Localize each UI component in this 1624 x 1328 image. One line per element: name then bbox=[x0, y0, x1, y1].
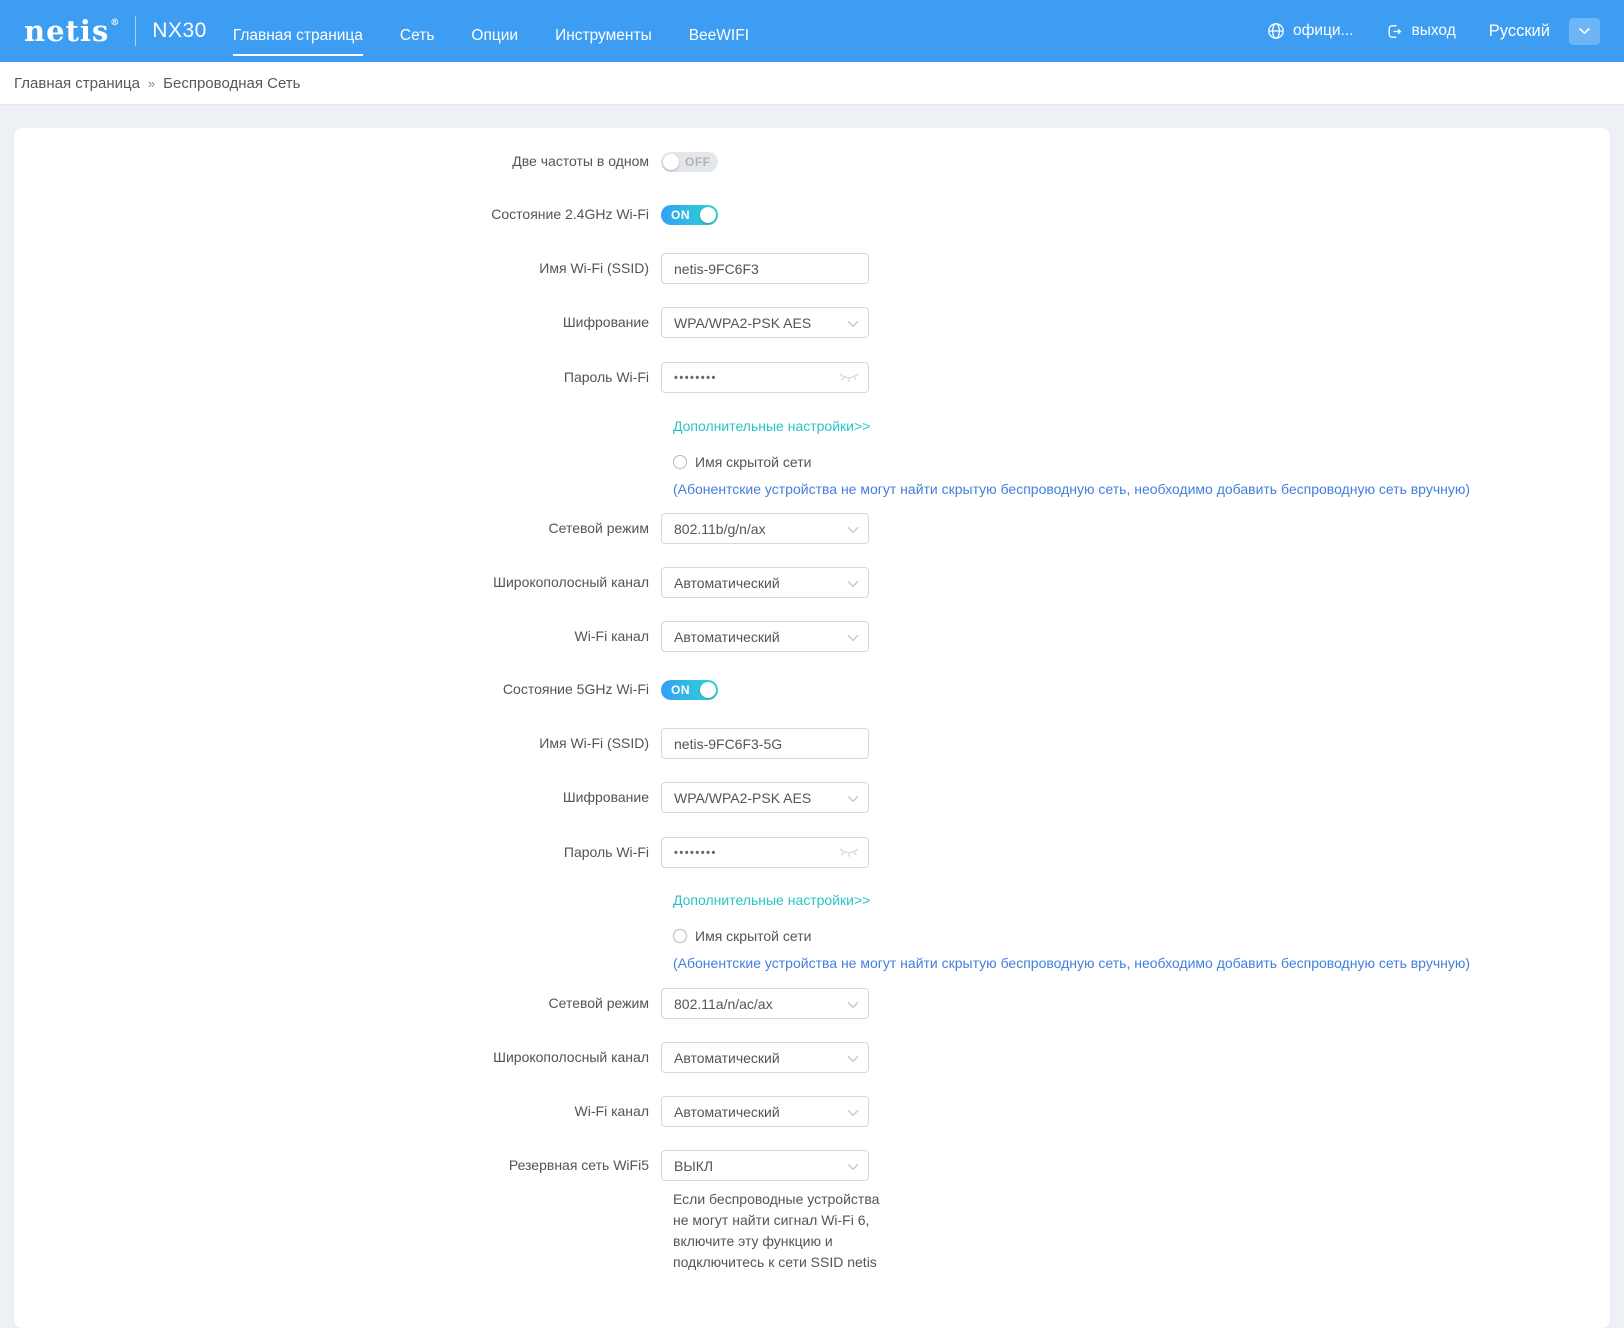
wifi5-hidden-ssid-radio[interactable] bbox=[673, 929, 687, 943]
backup-wifi5-select[interactable]: ВЫКЛ bbox=[661, 1150, 869, 1181]
wifi24-status-label: Состояние 2.4GHz Wi-Fi bbox=[491, 206, 649, 223]
dual-band-label: Две частоты в одном bbox=[512, 153, 649, 170]
chevron-down-icon bbox=[847, 1109, 859, 1117]
nav-network[interactable]: Сеть bbox=[400, 7, 434, 56]
eye-closed-icon[interactable] bbox=[838, 847, 860, 859]
chevron-down-icon bbox=[847, 795, 859, 803]
wifi24-hidden-ssid-label: Имя скрытой сети bbox=[695, 454, 812, 470]
wifi24-password-label: Пароль Wi-Fi bbox=[563, 368, 649, 385]
wifi5-channel-select[interactable]: Автоматический bbox=[661, 1096, 869, 1127]
nav-options[interactable]: Опции bbox=[471, 7, 518, 56]
chevron-down-icon bbox=[847, 1055, 859, 1063]
wifi5-hidden-ssid-label: Имя скрытой сети bbox=[695, 928, 812, 944]
wifi5-status-label: Состояние 5GHz Wi-Fi bbox=[502, 681, 649, 698]
chevron-down-icon bbox=[847, 1001, 859, 1009]
wifi5-mode-select[interactable]: 802.11a/n/ac/ax bbox=[661, 988, 869, 1019]
wifi24-ssid-label: Имя Wi-Fi (SSID) bbox=[539, 259, 649, 276]
wifi24-encryption-select[interactable]: WPA/WPA2-PSK AES bbox=[661, 307, 869, 338]
wifi5-hidden-ssid-note: (Абонентские устройства не могут найти с… bbox=[673, 955, 1471, 971]
wifi5-bandwidth-label: Широкополосный канал bbox=[493, 1048, 649, 1065]
toggle-knob bbox=[700, 682, 716, 698]
wifi24-status-toggle[interactable]: ON bbox=[661, 205, 718, 225]
breadcrumb-separator: » bbox=[147, 75, 156, 91]
toggle-state-label: OFF bbox=[685, 155, 711, 169]
chevron-down-icon bbox=[847, 580, 859, 588]
chevron-down-icon bbox=[847, 526, 859, 534]
wifi5-password-label: Пароль Wi-Fi bbox=[563, 843, 649, 860]
wifi5-ssid-label: Имя Wi-Fi (SSID) bbox=[539, 734, 649, 751]
wireless-settings-card: Две частоты в одном OFF Состояние 2.4GHz… bbox=[14, 128, 1610, 1328]
toggle-knob bbox=[700, 207, 716, 223]
wifi5-bandwidth-select[interactable]: Автоматический bbox=[661, 1042, 869, 1073]
globe-icon bbox=[1267, 22, 1285, 40]
nav-beewifi[interactable]: BeeWIFI bbox=[689, 7, 749, 56]
wifi5-channel-label: Wi-Fi канал bbox=[574, 1102, 649, 1119]
wifi24-bandwidth-label: Широкополосный канал bbox=[493, 573, 649, 590]
wifi24-encryption-label: Шифрование bbox=[562, 313, 649, 330]
wifi5-mode-label: Сетевой режим bbox=[548, 994, 649, 1011]
wifi5-ssid-input[interactable] bbox=[661, 728, 869, 759]
breadcrumb-home[interactable]: Главная страница bbox=[14, 75, 140, 92]
registered-mark: ® bbox=[110, 17, 121, 28]
wifi24-advanced-settings-link[interactable]: Дополнительные настройки>> bbox=[673, 418, 870, 434]
language-dropdown-button[interactable] bbox=[1569, 17, 1600, 45]
wifi24-mode-select[interactable]: 802.11b/g/n/ax bbox=[661, 513, 869, 544]
wifi24-ssid-input[interactable] bbox=[661, 253, 869, 284]
model-name: NX30 bbox=[152, 19, 207, 42]
wifi5-encryption-select[interactable]: WPA/WPA2-PSK AES bbox=[661, 782, 869, 813]
wifi5-advanced-settings-link[interactable]: Дополнительные настройки>> bbox=[673, 892, 870, 908]
wifi5-encryption-label: Шифрование bbox=[562, 788, 649, 805]
toggle-knob bbox=[663, 154, 679, 170]
logout-icon bbox=[1386, 23, 1403, 40]
toggle-state-label: ON bbox=[671, 683, 690, 697]
wifi24-hidden-ssid-radio[interactable] bbox=[673, 455, 687, 469]
breadcrumb-current: Беспроводная Сеть bbox=[163, 74, 301, 92]
main-nav: Главная страница Сеть Опции Инструменты … bbox=[232, 0, 749, 62]
official-site-label: офици... bbox=[1292, 22, 1354, 39]
backup-wifi5-help-text: Если беспроводные устройства не могут на… bbox=[673, 1191, 880, 1270]
wifi24-hidden-ssid-note: (Абонентские устройства не могут найти с… bbox=[673, 481, 1471, 497]
chevron-down-icon bbox=[847, 634, 859, 642]
wifi24-channel-select[interactable]: Автоматический bbox=[661, 621, 869, 652]
wifi5-status-toggle[interactable]: ON bbox=[661, 680, 718, 700]
language-label: Русский bbox=[1488, 21, 1550, 40]
backup-wifi5-label: Резервная сеть WiFi5 bbox=[508, 1156, 649, 1173]
logout-button[interactable]: выход bbox=[1386, 22, 1456, 40]
chevron-down-icon bbox=[847, 1163, 859, 1171]
dual-band-toggle[interactable]: OFF bbox=[661, 152, 718, 172]
eye-closed-icon[interactable] bbox=[838, 372, 860, 384]
chevron-down-icon bbox=[847, 320, 859, 328]
logo-divider bbox=[135, 16, 137, 46]
wifi24-mode-label: Сетевой режим bbox=[548, 519, 649, 536]
brand-area: netis® NX30 bbox=[24, 16, 207, 46]
wifi24-bandwidth-select[interactable]: Автоматический bbox=[661, 567, 869, 598]
top-navigation-bar: netis® NX30 Главная страница Сеть Опции … bbox=[0, 0, 1624, 62]
breadcrumb: Главная страница » Беспроводная Сеть bbox=[0, 62, 1624, 105]
nav-home[interactable]: Главная страница bbox=[232, 7, 363, 56]
official-site-link[interactable]: офици... bbox=[1267, 22, 1354, 40]
toggle-state-label: ON bbox=[671, 208, 690, 222]
wifi24-channel-label: Wi-Fi канал bbox=[574, 627, 649, 644]
netis-logo: netis® bbox=[24, 13, 121, 48]
logout-label: выход bbox=[1411, 22, 1456, 39]
topbar-right: офици... выход Русский bbox=[1267, 17, 1600, 45]
nav-tools[interactable]: Инструменты bbox=[555, 7, 652, 56]
chevron-down-icon bbox=[1578, 27, 1591, 35]
